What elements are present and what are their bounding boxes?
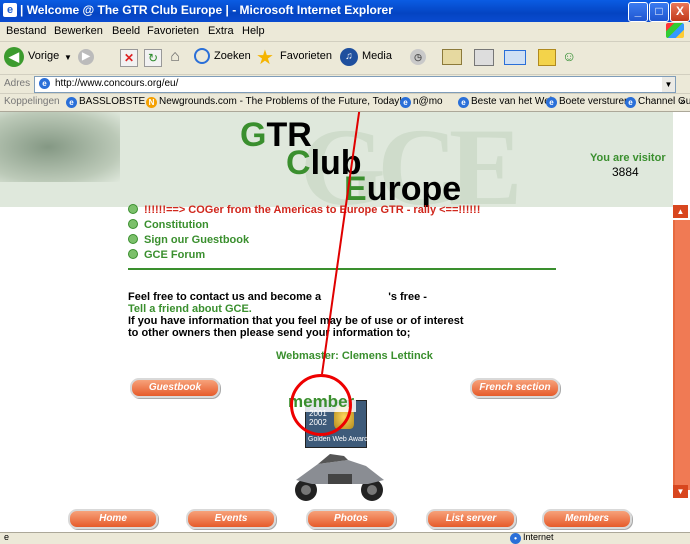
back-button[interactable]: Vorige bbox=[28, 50, 59, 62]
menu-tools[interactable]: Extra bbox=[208, 25, 234, 37]
ie-icon: e bbox=[400, 97, 411, 108]
award-label: Golden Web Award bbox=[308, 436, 369, 443]
search-icon[interactable] bbox=[194, 48, 210, 64]
address-label: Adres bbox=[4, 78, 31, 89]
address-url[interactable]: http://www.concours.org/eu/ bbox=[55, 78, 178, 89]
stop-icon[interactable]: ✕ bbox=[120, 49, 138, 67]
link-item[interactable]: e Beste van het Web bbox=[458, 96, 555, 108]
nav-home-button[interactable]: Home bbox=[68, 509, 158, 529]
link-item[interactable]: e n@mo bbox=[400, 96, 443, 108]
minimize-button[interactable]: _ bbox=[628, 2, 648, 22]
status-page-icon: e bbox=[4, 532, 10, 542]
status-bar: e • Internet bbox=[0, 532, 690, 544]
title-bar: e | Welcome @ The GTR Club Europe | - Mi… bbox=[0, 0, 690, 22]
edit-icon[interactable] bbox=[504, 50, 526, 65]
link-item[interactable]: e BASSLOBSTE bbox=[66, 96, 145, 108]
ie-icon: e bbox=[625, 97, 636, 108]
close-button[interactable]: X bbox=[670, 2, 690, 22]
visitor-label: You are visitor bbox=[590, 152, 666, 164]
windows-logo-icon bbox=[666, 23, 684, 38]
menu-file[interactable]: Bestand bbox=[6, 25, 46, 37]
bullet-icon bbox=[128, 249, 138, 259]
nav-list-server-button[interactable]: List server bbox=[426, 509, 516, 529]
tell-friend-link[interactable]: Tell a friend about GCE. bbox=[128, 303, 252, 315]
maximize-button[interactable]: □ bbox=[649, 2, 669, 22]
media-button[interactable]: Media bbox=[362, 50, 392, 62]
scroll-up-icon[interactable]: ▲ bbox=[673, 205, 688, 218]
link-item[interactable]: e Boete versturen! bbox=[546, 96, 632, 108]
site-header: GCE GTR Club Europe You are visitor 3884 bbox=[0, 112, 673, 222]
window-title: | Welcome @ The GTR Club Europe | - Micr… bbox=[20, 3, 393, 17]
messenger-icon[interactable]: ☺ bbox=[562, 48, 580, 66]
webmaster-link[interactable]: Webmaster: Clemens Lettinck bbox=[276, 350, 433, 362]
newgrounds-icon: N bbox=[146, 97, 157, 108]
address-bar: Adres e http://www.concours.org/eu/ ▼ bbox=[0, 75, 690, 94]
scroll-thumb[interactable] bbox=[673, 220, 690, 490]
menu-help[interactable]: Help bbox=[242, 25, 265, 37]
nav-link-rally[interactable]: !!!!!!==> COGer from the Americas to Eur… bbox=[128, 204, 480, 216]
back-arrow-icon[interactable]: ◀ bbox=[4, 47, 24, 67]
bullet-icon bbox=[128, 204, 138, 214]
search-button[interactable]: Zoeken bbox=[214, 50, 251, 62]
car-photo bbox=[0, 112, 120, 182]
ie-app-icon[interactable]: e bbox=[3, 3, 17, 17]
body-line-1: Feel free to contact us and become a 's … bbox=[128, 291, 427, 303]
mail-icon[interactable] bbox=[442, 49, 462, 65]
menu-view[interactable]: Beeld bbox=[112, 25, 140, 37]
back-dropdown-icon[interactable]: ▼ bbox=[64, 53, 72, 62]
link-item[interactable]: N Newgrounds.com - The Problems of the Fu… bbox=[146, 96, 402, 108]
links-overflow-icon[interactable]: » bbox=[680, 96, 686, 107]
bullet-icon bbox=[128, 234, 138, 244]
guestbook-button[interactable]: Guestbook bbox=[130, 378, 220, 398]
body-line-3: If you have information that you feel ma… bbox=[128, 315, 464, 327]
discuss-icon[interactable] bbox=[538, 49, 556, 66]
address-input[interactable]: e http://www.concours.org/eu/ ▼ bbox=[34, 76, 676, 93]
nav-link-constitution[interactable]: Constitution bbox=[128, 219, 209, 231]
nav-photos-button[interactable]: Photos bbox=[306, 509, 396, 529]
nav-link-guestbook[interactable]: Sign our Guestbook bbox=[128, 234, 249, 246]
french-section-button[interactable]: French section bbox=[470, 378, 560, 398]
forward-arrow-icon[interactable]: ▶ bbox=[78, 49, 94, 65]
page-icon: e bbox=[39, 78, 50, 89]
divider bbox=[128, 268, 556, 270]
bottom-nav: Home Events Photos List server Members bbox=[0, 505, 673, 532]
nav-members-button[interactable]: Members bbox=[542, 509, 632, 529]
links-bar: Koppelingen e BASSLOBSTE N Newgrounds.com … bbox=[0, 94, 690, 112]
toolbar: ◀ Vorige ▼ ▶ ✕ ↻ ⌂ Zoeken ★ Favorieten ♫… bbox=[0, 42, 690, 75]
ie-icon: e bbox=[546, 97, 557, 108]
ie-icon: e bbox=[66, 97, 77, 108]
favorites-button[interactable]: Favorieten bbox=[280, 50, 332, 62]
media-icon[interactable]: ♫ bbox=[340, 48, 358, 66]
status-zone: • Internet bbox=[510, 532, 554, 544]
scroll-down-icon[interactable]: ▼ bbox=[673, 485, 688, 498]
visitor-count: 3884 bbox=[612, 165, 639, 179]
home-icon[interactable]: ⌂ bbox=[166, 48, 184, 66]
vertical-scrollbar[interactable]: ▲ ▼ bbox=[673, 112, 690, 532]
motorcycle-image bbox=[295, 454, 384, 501]
globe-icon: • bbox=[510, 533, 521, 544]
menu-edit[interactable]: Bewerken bbox=[54, 25, 103, 37]
address-dropdown-icon[interactable]: ▼ bbox=[662, 77, 675, 92]
menu-bar: Bestand Bewerken Beeld Favorieten Extra … bbox=[0, 22, 690, 42]
print-icon[interactable] bbox=[474, 49, 494, 66]
refresh-icon[interactable]: ↻ bbox=[144, 49, 162, 67]
nav-link-forum[interactable]: GCE Forum bbox=[128, 249, 205, 261]
body-line-4: to other owners then please send your in… bbox=[128, 327, 411, 339]
bullet-icon bbox=[128, 219, 138, 229]
links-label: Koppelingen bbox=[4, 96, 60, 107]
nav-events-button[interactable]: Events bbox=[186, 509, 276, 529]
favorites-star-icon[interactable]: ★ bbox=[256, 45, 274, 70]
annotation-circle bbox=[290, 374, 352, 436]
page-viewport: GCE GTR Club Europe You are visitor 3884… bbox=[0, 112, 673, 532]
history-icon[interactable]: ◷ bbox=[410, 49, 426, 65]
ie-icon: e bbox=[458, 97, 469, 108]
menu-favorites[interactable]: Favorieten bbox=[147, 25, 199, 37]
